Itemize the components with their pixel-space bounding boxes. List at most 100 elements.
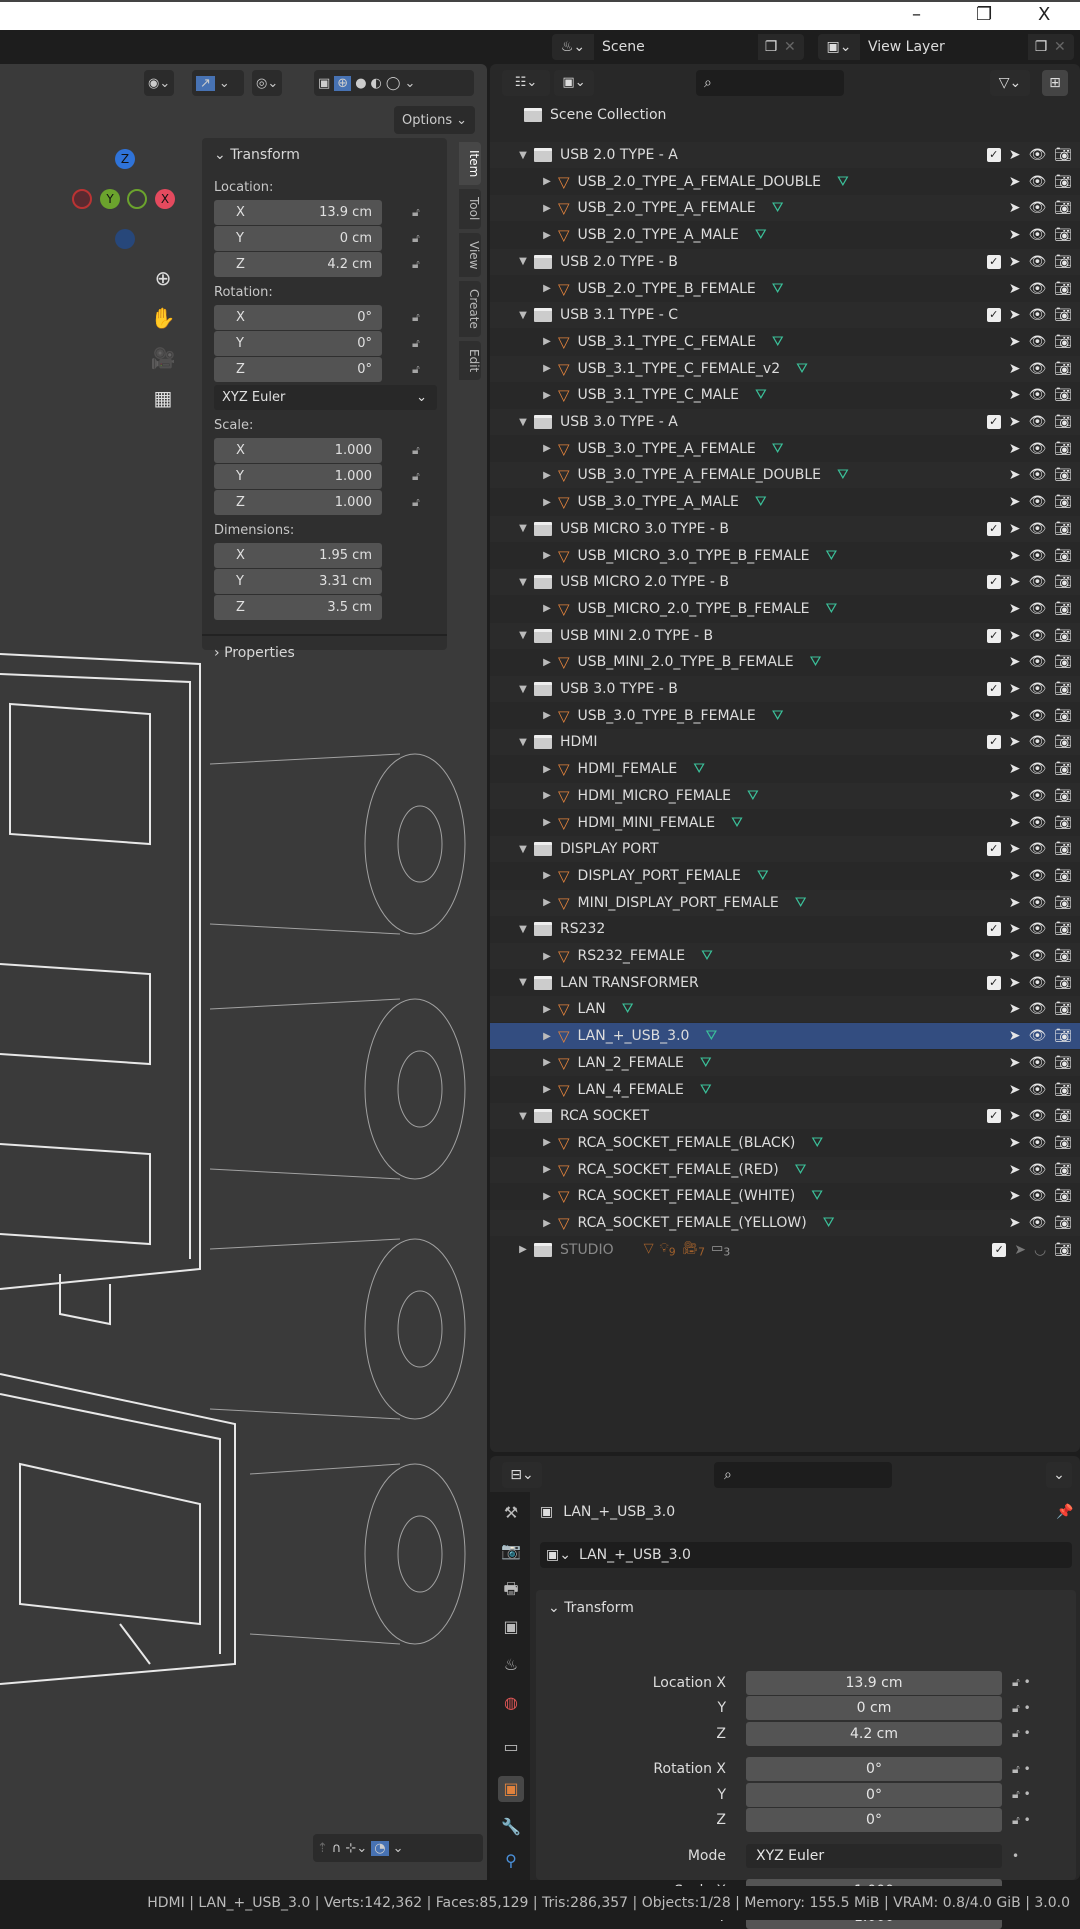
select-arrow-icon[interactable]: ➤ xyxy=(1009,708,1021,724)
render-camera-icon[interactable]: 📷︎ xyxy=(1054,815,1072,831)
eye-icon[interactable]: 👁︎ xyxy=(1028,681,1046,697)
view-layer-tab-icon[interactable]: ▣ xyxy=(498,1614,524,1640)
snap-icon[interactable]: ∩ xyxy=(332,1841,342,1856)
expand-arrow-icon[interactable]: ▶ xyxy=(540,550,554,561)
transform-panel-header[interactable]: ⌄ Transform xyxy=(536,1590,1076,1626)
rendered-shading-icon[interactable]: ◯ xyxy=(386,76,401,91)
eye-icon[interactable]: 👁︎ xyxy=(1028,975,1046,991)
object-tab-icon[interactable]: ▣ xyxy=(498,1776,524,1802)
mesh-data-icon[interactable]: ⛛ xyxy=(825,601,837,617)
expand-arrow-icon[interactable]: ▶ xyxy=(540,1191,554,1202)
eye-icon[interactable]: 👁︎ xyxy=(1028,601,1046,617)
expand-arrow-icon[interactable]: ▶ xyxy=(516,1244,530,1255)
expand-arrow-icon[interactable]: ▶ xyxy=(540,1031,554,1042)
outliner-object-row[interactable]: ▶ ▽ LAN_4_FEMALE ⛛ ➤ 👁︎ 📷︎ xyxy=(490,1077,1080,1103)
eye-icon[interactable]: 👁︎ xyxy=(1028,1215,1046,1231)
outliner-search-input[interactable]: ⌕ xyxy=(696,70,844,96)
expand-arrow-icon[interactable]: ▶ xyxy=(540,230,554,241)
eye-icon[interactable]: 👁︎ xyxy=(1028,574,1046,590)
outliner-object-row[interactable]: ▶ ▽ RS232_FEMALE ⛛ ➤ 👁︎ 📷︎ xyxy=(490,943,1080,969)
view-layer-selector[interactable]: ▣⌄ View Layer ❐ ✕ xyxy=(818,34,1074,60)
select-arrow-icon[interactable]: ➤ xyxy=(1009,174,1021,190)
eye-icon[interactable]: 👁︎ xyxy=(1028,815,1046,831)
location-y-field[interactable]: Y 0 cm 🔓︎ xyxy=(214,226,420,251)
expand-arrow-icon[interactable]: ▶ xyxy=(540,336,554,347)
outliner-object-row[interactable]: ▶ ▽ MINI_DISPLAY_PORT_FEMALE ⛛ ➤ 👁︎ 📷︎ xyxy=(490,889,1080,916)
select-arrow-icon[interactable]: ➤ xyxy=(1009,494,1021,510)
select-arrow-icon[interactable]: ➤ xyxy=(1009,521,1021,537)
select-arrow-icon[interactable]: ➤ xyxy=(1009,601,1021,617)
select-arrow-icon[interactable]: ➤ xyxy=(1009,548,1021,564)
exclude-checkbox[interactable]: ✓ xyxy=(986,735,1001,750)
collapse-arrow-icon[interactable]: ▼ xyxy=(516,417,530,428)
render-camera-icon[interactable]: 📷︎ xyxy=(1054,948,1072,964)
eye-icon[interactable]: 👁︎ xyxy=(1028,281,1046,297)
mesh-data-icon[interactable]: ⛛ xyxy=(772,334,784,350)
render-camera-icon[interactable]: 📷︎ xyxy=(1054,708,1072,724)
sidebar-tab-create[interactable]: Create xyxy=(459,281,481,337)
collapse-arrow-icon[interactable]: ▼ xyxy=(516,256,530,267)
outliner-collection-row[interactable]: ▼ USB MINI 2.0 TYPE - B ✓ ➤ 👁︎ 📷︎ xyxy=(490,622,1080,649)
eye-icon[interactable]: 👁︎ xyxy=(1028,708,1046,724)
outliner-object-row[interactable]: ▶ ▽ USB_3.0_TYPE_A_MALE ⛛ ➤ 👁︎ 📷︎ xyxy=(490,489,1080,515)
gizmo-z-axis[interactable]: Z xyxy=(115,149,135,169)
xray-icon[interactable]: ▣ xyxy=(318,76,330,91)
lock-icon[interactable]: 🔓︎ xyxy=(412,231,420,246)
pin-icon[interactable]: 📌 xyxy=(1056,1504,1073,1520)
outliner-object-row[interactable]: ▶ ▽ USB_MICRO_3.0_TYPE_B_FEMALE ⛛ ➤ 👁︎ 📷︎ xyxy=(490,543,1080,569)
select-arrow-icon[interactable]: ➤ xyxy=(1009,1188,1021,1204)
display-mode-button[interactable]: ☷⌄ xyxy=(502,70,550,96)
outliner-object-row[interactable]: ▶ ▽ HDMI_MICRO_FEMALE ⛛ ➤ 👁︎ 📷︎ xyxy=(490,782,1080,809)
select-arrow-icon[interactable]: ➤ xyxy=(1009,975,1021,991)
render-camera-icon[interactable]: 📷︎ xyxy=(1054,361,1072,377)
lock-keyframe-icon[interactable]: 🔓︎ • xyxy=(1012,1762,1031,1777)
outliner-object-row[interactable]: ▶ ▽ HDMI_MINI_FEMALE ⛛ ➤ 👁︎ 📷︎ xyxy=(490,810,1080,836)
eye-icon[interactable]: 👁︎ xyxy=(1028,761,1046,777)
output-tab-icon[interactable]: 🖶 xyxy=(498,1576,524,1602)
select-arrow-icon[interactable]: ➤ xyxy=(1009,1215,1021,1231)
outliner-object-row[interactable]: ▶ ▽ RCA_SOCKET_FEMALE_(BLACK) ⛛ ➤ 👁︎ 📷︎ xyxy=(490,1130,1080,1156)
select-arrow-icon[interactable]: ➤ xyxy=(1009,788,1021,804)
collapse-arrow-icon[interactable]: ▼ xyxy=(516,310,530,321)
select-arrow-icon[interactable]: ➤ xyxy=(1009,1082,1021,1098)
render-camera-icon[interactable]: 📷︎ xyxy=(1054,761,1072,777)
mesh-data-icon[interactable]: ⛛ xyxy=(622,1001,634,1017)
exclude-checkbox[interactable]: ✓ xyxy=(986,682,1001,696)
mode-select[interactable]: XYZ Euler xyxy=(746,1843,1002,1868)
lock-icon[interactable]: 🔓︎ xyxy=(412,443,420,458)
render-camera-icon[interactable]: 📷︎ xyxy=(1054,387,1072,403)
eye-icon[interactable]: 👁︎ xyxy=(1028,1162,1046,1178)
collapse-arrow-icon[interactable]: ▼ xyxy=(516,523,530,534)
render-camera-icon[interactable]: 📷︎ xyxy=(1054,467,1072,483)
render-camera-icon[interactable]: 📷︎ xyxy=(1054,1188,1072,1204)
object-type-icon[interactable]: ▣⌄ xyxy=(546,1547,571,1563)
remove-icon[interactable]: ✕ xyxy=(784,39,804,55)
render-camera-icon[interactable]: 📷︎ xyxy=(1054,895,1072,911)
outliner-collection-row[interactable]: ▼ DISPLAY PORT ✓ ➤ 👁︎ 📷︎ xyxy=(490,836,1080,863)
eye-icon[interactable]: 👁︎ xyxy=(1028,1188,1046,1204)
overlays-button[interactable]: ◎⌄ xyxy=(252,70,283,96)
scene-name[interactable]: Scene xyxy=(594,34,758,60)
select-arrow-icon[interactable]: ➤ xyxy=(1009,1108,1021,1124)
render-camera-icon[interactable]: 📷︎ xyxy=(1054,975,1072,991)
render-camera-icon[interactable]: 📷︎ xyxy=(1054,1108,1072,1124)
outliner-object-row[interactable]: ▶ ▽ DISPLAY_PORT_FEMALE ⛛ ➤ 👁︎ 📷︎ xyxy=(490,863,1080,889)
mesh-data-icon[interactable]: ⛛ xyxy=(747,788,759,804)
options-button[interactable]: Options ⌄ xyxy=(394,106,476,134)
expand-arrow-icon[interactable]: ▶ xyxy=(540,363,554,374)
outliner-object-row[interactable]: ▶ ▽ RCA_SOCKET_FEMALE_(RED) ⛛ ➤ 👁︎ 📷︎ xyxy=(490,1156,1080,1183)
render-camera-icon[interactable]: 📷︎ xyxy=(1054,681,1072,697)
mesh-data-icon[interactable]: ⛛ xyxy=(757,868,769,884)
eye-icon[interactable]: 👁︎ xyxy=(1028,254,1046,270)
outliner-collection-row[interactable]: ▼ USB MICRO 2.0 TYPE - B ✓ ➤ 👁︎ 📷︎ xyxy=(490,569,1080,596)
render-camera-icon[interactable]: 📷︎ xyxy=(1054,254,1072,270)
rotation-y-field[interactable]: Y 0° 🔓︎ xyxy=(214,331,420,356)
lock-icon[interactable]: 🔓︎ xyxy=(412,336,420,351)
eye-icon[interactable]: 👁︎ xyxy=(1028,521,1046,537)
select-arrow-icon[interactable]: ➤ xyxy=(1009,414,1021,430)
select-arrow-icon[interactable]: ➤ xyxy=(1009,441,1021,457)
select-arrow-icon[interactable]: ➤ xyxy=(1009,761,1021,777)
eye-icon[interactable]: 👁︎ xyxy=(1028,414,1046,430)
mesh-data-icon[interactable]: ⛛ xyxy=(795,895,807,911)
eye-icon[interactable]: 👁︎ xyxy=(1028,788,1046,804)
